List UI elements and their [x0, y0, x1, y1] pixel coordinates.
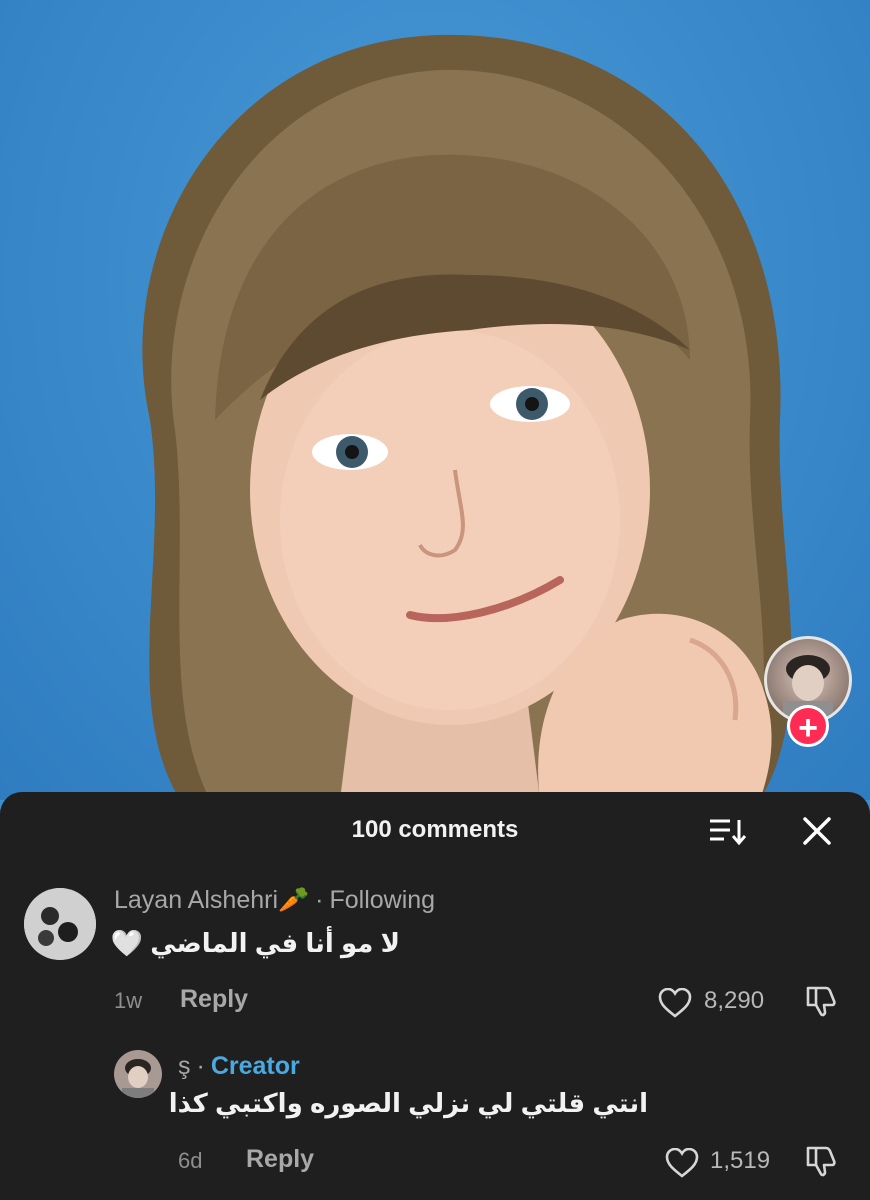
creator-reply-avatar[interactable] [114, 1050, 162, 1098]
reply-header: ş · Creator [178, 1052, 300, 1081]
video-player[interactable] [0, 0, 870, 800]
video-frame-image [142, 34, 792, 800]
separator-dot: · [315, 886, 324, 914]
following-badge: Following [329, 886, 436, 914]
like-count: 1,519 [710, 1147, 771, 1174]
heart-like-icon[interactable] [658, 988, 692, 1018]
follow-button[interactable]: + [787, 705, 829, 747]
commenter-avatar[interactable] [24, 888, 96, 960]
close-icon[interactable] [800, 814, 834, 848]
dislike-icon[interactable] [804, 984, 838, 1018]
reply-age: 6d [178, 1148, 203, 1173]
creator-reply-avatar-image [114, 1050, 162, 1098]
separator-dot: · [196, 1052, 205, 1080]
comment-reply-item: ş · Creator انتي قلتي لي نزلي الصوره واكتب… [0, 1050, 870, 1200]
comment-header: Layan Alshehri🥕 · Following [114, 886, 435, 915]
reply-button[interactable]: Reply [180, 985, 248, 1014]
creator-username[interactable]: ş [178, 1052, 191, 1080]
comments-sheet: 100 comments Layan Alshehri🥕 · Following ل… [0, 792, 870, 1200]
heart-like-icon[interactable] [665, 1148, 699, 1178]
commenter-avatar-image [24, 888, 96, 960]
reply-text: انتي قلتي لي نزلي الصوره واكتبي كذا [168, 1088, 648, 1118]
sort-comments-icon[interactable] [708, 816, 748, 846]
dislike-icon[interactable] [804, 1144, 838, 1178]
creator-badge: Creator [210, 1052, 300, 1080]
commenter-username[interactable]: Layan Alshehri🥕 [114, 886, 309, 914]
comment-item: Layan Alshehri🥕 · Following لا مو أنا في ا… [0, 884, 870, 1034]
comment-age: 1w [114, 988, 143, 1013]
like-count: 8,290 [704, 987, 765, 1014]
reply-button[interactable]: Reply [246, 1145, 314, 1174]
comment-text: لا مو أنا في الماضي 🤍 [110, 928, 400, 958]
